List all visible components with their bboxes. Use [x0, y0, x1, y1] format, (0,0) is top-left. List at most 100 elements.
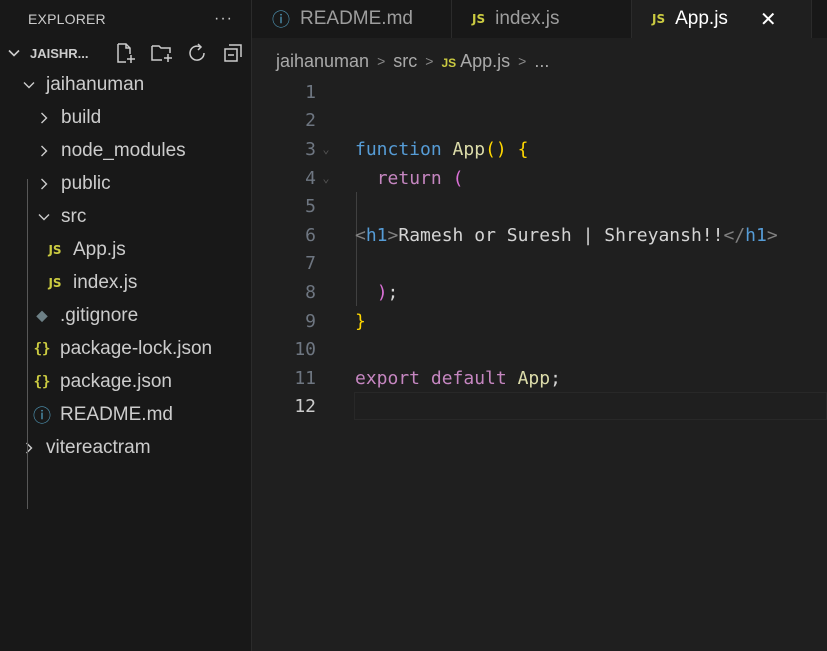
- chevron-right-icon: >: [377, 53, 386, 69]
- info-file-icon: ⓘ: [272, 10, 290, 30]
- chevron-right-icon: [26, 442, 33, 453]
- code-line: 7: [253, 250, 827, 279]
- tree-item-label: build: [61, 106, 102, 128]
- tab-readme-md[interactable]: ⓘ README.md: [252, 0, 452, 38]
- refresh-icon[interactable]: [186, 42, 210, 64]
- chevron-down-icon: [23, 81, 35, 88]
- js-file-icon: JS: [472, 12, 486, 26]
- line-number: 7: [305, 253, 316, 275]
- breadcrumb-item[interactable]: ...: [534, 51, 549, 72]
- workspace-header[interactable]: JAISHR...: [0, 38, 251, 68]
- fold-chevron-icon[interactable]: ⌄: [316, 142, 336, 156]
- line-code: export default App;: [355, 367, 561, 389]
- tree-item-label: vitereactram: [46, 436, 151, 458]
- tree-item-package-json[interactable]: {} package.json: [0, 365, 251, 398]
- tree-item-label: index.js: [73, 271, 138, 293]
- chevron-right-icon: [41, 112, 48, 123]
- code-line: 2: [253, 107, 827, 136]
- explorer-toolbar: [114, 42, 246, 64]
- tree-item-node-modules[interactable]: node_modules: [0, 134, 251, 167]
- explorer-header: EXPLORER ···: [0, 0, 251, 38]
- js-file-icon: JS: [48, 275, 62, 290]
- explorer-sidebar: EXPLORER ··· JAISHR... jaihanuman build …: [0, 0, 252, 651]
- line-number: 4: [305, 167, 316, 189]
- line-code: <h1>Ramesh or Suresh | Shreyansh!!</h1>: [355, 224, 778, 246]
- breadcrumb-item[interactable]: JS App.js: [441, 51, 510, 72]
- code-line: 11 export default App;: [253, 364, 827, 393]
- tab-label: index.js: [495, 8, 560, 29]
- js-file-icon: JS: [652, 12, 666, 26]
- line-code: }: [355, 310, 366, 332]
- line-number: 5: [305, 196, 316, 218]
- code-editor[interactable]: 1 2 3 ⌄ function App() { 4 ⌄ return ( 5 …: [253, 78, 827, 651]
- tree-item-index-js[interactable]: JS index.js: [0, 266, 251, 299]
- chevron-down-icon: [8, 49, 20, 57]
- breadcrumb-item[interactable]: jaihanuman: [276, 51, 369, 72]
- code-line: 9 }: [253, 307, 827, 336]
- code-line: 5: [253, 192, 827, 221]
- tree-item-app-js[interactable]: JS App.js: [0, 233, 251, 266]
- line-number: 2: [305, 110, 316, 132]
- line-number: 3: [305, 138, 316, 160]
- tab-app-js[interactable]: JS App.js ✕: [632, 0, 812, 38]
- line-number: 12: [294, 396, 316, 418]
- chevron-right-icon: [41, 178, 48, 189]
- tree-item-label: App.js: [73, 238, 126, 260]
- json-file-icon: {}: [33, 373, 51, 390]
- code-line: 6 <h1>Ramesh or Suresh | Shreyansh!!</h1…: [253, 221, 827, 250]
- js-file-icon: JS: [441, 55, 457, 70]
- line-code: );: [376, 281, 399, 303]
- line-code: function App() {: [355, 138, 529, 160]
- tree-item-label: package-lock.json: [60, 337, 213, 359]
- tree-item-label: README.md: [60, 403, 173, 425]
- line-number: 1: [305, 81, 316, 103]
- line-number: 9: [305, 310, 316, 332]
- code-line: 1: [253, 78, 827, 107]
- tree-item-label: public: [61, 172, 111, 194]
- info-file-icon: ⓘ: [33, 405, 51, 426]
- tree-item-readme-md[interactable]: ⓘ README.md: [0, 398, 251, 431]
- line-number: 10: [294, 339, 316, 361]
- fold-chevron-icon[interactable]: ⌄: [316, 171, 336, 185]
- indent-guide: [27, 179, 28, 509]
- close-icon[interactable]: ✕: [760, 7, 777, 32]
- json-file-icon: {}: [33, 340, 51, 357]
- code-line: 8 );: [253, 278, 827, 307]
- tab-index-js[interactable]: JS index.js: [452, 0, 632, 38]
- tree-item-label: package.json: [60, 370, 172, 392]
- workspace-name: JAISHR...: [30, 45, 89, 61]
- tab-label: README.md: [300, 8, 413, 29]
- tree-item-src[interactable]: src: [0, 200, 251, 233]
- js-file-icon: JS: [48, 242, 62, 257]
- line-code: return (: [376, 167, 464, 189]
- tree-item-label: jaihanuman: [46, 73, 145, 95]
- git-file-icon: ◆: [36, 307, 48, 323]
- tree-item-vitereactram[interactable]: vitereactram: [0, 431, 251, 464]
- tree-item-gitignore[interactable]: ◆ .gitignore: [0, 299, 251, 332]
- more-actions-icon[interactable]: ···: [214, 10, 233, 28]
- new-folder-icon[interactable]: [150, 42, 174, 64]
- chevron-right-icon: [41, 145, 48, 156]
- line-number: 11: [294, 367, 316, 389]
- code-line: 3 ⌄ function App() {: [253, 135, 827, 164]
- chevron-right-icon: >: [425, 53, 434, 69]
- breadcrumb-item[interactable]: src: [393, 51, 417, 72]
- tab-label: App.js: [675, 8, 728, 29]
- new-file-icon[interactable]: [114, 42, 138, 64]
- tree-item-label: src: [61, 205, 87, 227]
- chevron-down-icon: [38, 213, 50, 220]
- code-line: 4 ⌄ return (: [253, 164, 827, 193]
- breadcrumb-label: App.js: [460, 50, 511, 71]
- tree-item-build[interactable]: build: [0, 101, 251, 134]
- chevron-right-icon: >: [518, 53, 527, 69]
- code-line: 12: [253, 393, 827, 422]
- explorer-title: EXPLORER: [28, 11, 106, 27]
- tree-item-public[interactable]: public: [0, 167, 251, 200]
- tree-item-jaihanuman[interactable]: jaihanuman: [0, 68, 251, 101]
- collapse-all-icon[interactable]: [222, 42, 246, 64]
- tree-item-label: node_modules: [61, 139, 186, 161]
- breadcrumb: jaihanuman > src > JS App.js > ...: [276, 45, 549, 77]
- file-tree: jaihanuman build node_modules public src…: [0, 68, 251, 509]
- line-number: 8: [305, 281, 316, 303]
- tree-item-package-lock-json[interactable]: {} package-lock.json: [0, 332, 251, 365]
